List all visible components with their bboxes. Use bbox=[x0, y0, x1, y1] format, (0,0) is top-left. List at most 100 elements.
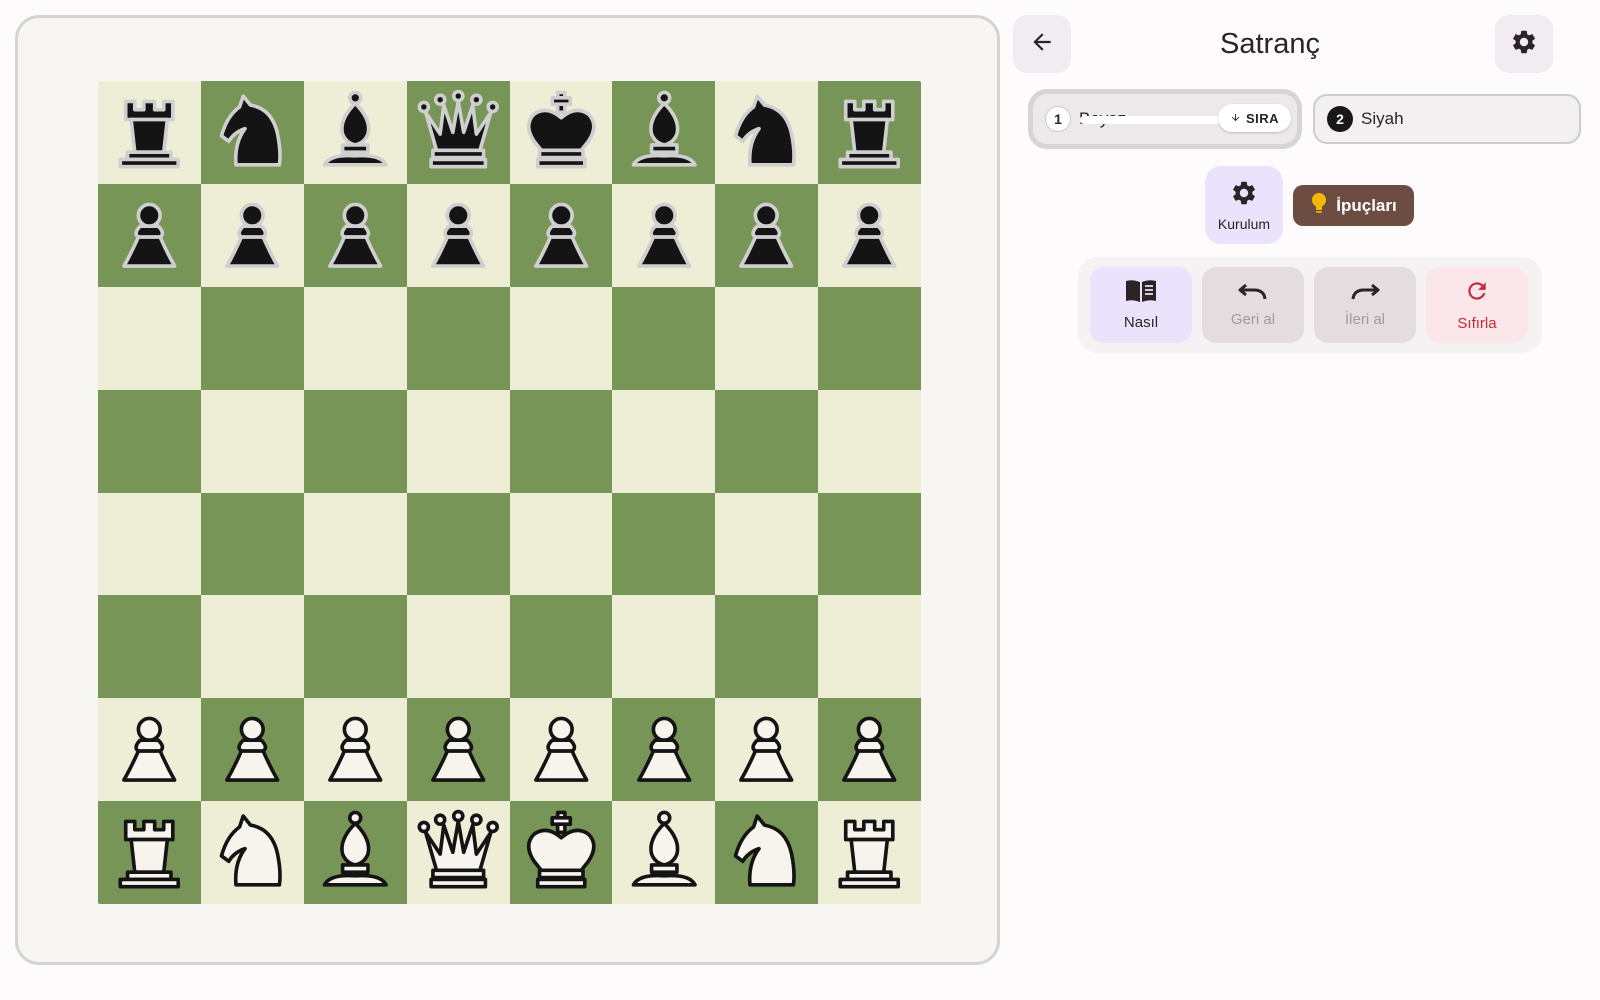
redo-button[interactable]: İleri al bbox=[1314, 267, 1416, 343]
black-pawn-icon[interactable] bbox=[824, 190, 915, 281]
black-bishop-icon[interactable] bbox=[310, 87, 401, 178]
board-square[interactable] bbox=[715, 389, 819, 493]
black-pawn-icon[interactable] bbox=[104, 190, 195, 281]
white-pawn-icon[interactable] bbox=[824, 704, 915, 795]
board-square[interactable] bbox=[509, 698, 613, 802]
board-square[interactable] bbox=[303, 595, 407, 699]
board-square[interactable] bbox=[406, 81, 510, 184]
board-square[interactable] bbox=[98, 389, 201, 493]
board-square[interactable] bbox=[612, 183, 716, 287]
board-square[interactable] bbox=[612, 492, 716, 596]
board-square[interactable] bbox=[200, 492, 304, 596]
board-square[interactable] bbox=[98, 286, 201, 390]
board-square[interactable] bbox=[818, 595, 921, 699]
chess-board[interactable] bbox=[98, 81, 921, 904]
board-square[interactable] bbox=[818, 389, 921, 493]
board-square[interactable] bbox=[612, 286, 716, 390]
board-square[interactable] bbox=[200, 801, 304, 904]
black-rook-icon[interactable] bbox=[104, 87, 195, 178]
board-square[interactable] bbox=[715, 81, 819, 184]
black-rook-icon[interactable] bbox=[824, 87, 915, 178]
black-bishop-icon[interactable] bbox=[619, 87, 710, 178]
how-to-play-button[interactable]: Nasıl bbox=[1090, 267, 1192, 343]
back-button[interactable] bbox=[1013, 15, 1071, 73]
white-king-icon[interactable] bbox=[516, 807, 607, 898]
board-square[interactable] bbox=[98, 595, 201, 699]
board-square[interactable] bbox=[509, 492, 613, 596]
board-square[interactable] bbox=[612, 801, 716, 904]
board-square[interactable] bbox=[715, 286, 819, 390]
white-knight-icon[interactable] bbox=[207, 807, 298, 898]
white-rook-icon[interactable] bbox=[104, 807, 195, 898]
board-square[interactable] bbox=[406, 492, 510, 596]
board-square[interactable] bbox=[612, 698, 716, 802]
board-square[interactable] bbox=[715, 183, 819, 287]
white-knight-icon[interactable] bbox=[721, 807, 812, 898]
board-square[interactable] bbox=[818, 183, 921, 287]
board-square[interactable] bbox=[406, 286, 510, 390]
black-knight-icon[interactable] bbox=[721, 87, 812, 178]
player-black-card[interactable]: 2 Siyah bbox=[1313, 94, 1581, 144]
board-square[interactable] bbox=[406, 183, 510, 287]
board-square[interactable] bbox=[98, 81, 201, 184]
board-square[interactable] bbox=[715, 492, 819, 596]
board-square[interactable] bbox=[303, 183, 407, 287]
board-square[interactable] bbox=[303, 81, 407, 184]
board-square[interactable] bbox=[406, 698, 510, 802]
board-square[interactable] bbox=[98, 801, 201, 904]
board-square[interactable] bbox=[406, 801, 510, 904]
settings-button[interactable] bbox=[1495, 15, 1553, 73]
black-knight-icon[interactable] bbox=[207, 87, 298, 178]
board-square[interactable] bbox=[200, 183, 304, 287]
reset-button[interactable]: Sıfırla bbox=[1426, 267, 1528, 343]
white-pawn-icon[interactable] bbox=[207, 704, 298, 795]
board-square[interactable] bbox=[612, 595, 716, 699]
board-square[interactable] bbox=[98, 492, 201, 596]
board-square[interactable] bbox=[98, 183, 201, 287]
board-square[interactable] bbox=[303, 801, 407, 904]
board-square[interactable] bbox=[200, 81, 304, 184]
black-pawn-icon[interactable] bbox=[619, 190, 710, 281]
board-square[interactable] bbox=[509, 286, 613, 390]
board-square[interactable] bbox=[303, 389, 407, 493]
board-square[interactable] bbox=[509, 183, 613, 287]
board-square[interactable] bbox=[818, 698, 921, 802]
board-square[interactable] bbox=[303, 698, 407, 802]
black-king-icon[interactable] bbox=[516, 87, 607, 178]
black-pawn-icon[interactable] bbox=[413, 190, 504, 281]
board-square[interactable] bbox=[818, 81, 921, 184]
black-pawn-icon[interactable] bbox=[721, 190, 812, 281]
setup-button[interactable]: Kurulum bbox=[1205, 166, 1283, 244]
board-square[interactable] bbox=[612, 389, 716, 493]
board-square[interactable] bbox=[200, 595, 304, 699]
white-pawn-icon[interactable] bbox=[619, 704, 710, 795]
board-square[interactable] bbox=[715, 801, 819, 904]
board-square[interactable] bbox=[509, 389, 613, 493]
black-pawn-icon[interactable] bbox=[310, 190, 401, 281]
board-square[interactable] bbox=[509, 801, 613, 904]
white-pawn-icon[interactable] bbox=[413, 704, 504, 795]
board-square[interactable] bbox=[715, 698, 819, 802]
board-square[interactable] bbox=[612, 81, 716, 184]
board-square[interactable] bbox=[98, 698, 201, 802]
white-rook-icon[interactable] bbox=[824, 807, 915, 898]
white-pawn-icon[interactable] bbox=[104, 704, 195, 795]
board-square[interactable] bbox=[303, 492, 407, 596]
black-pawn-icon[interactable] bbox=[207, 190, 298, 281]
board-square[interactable] bbox=[406, 595, 510, 699]
white-pawn-icon[interactable] bbox=[721, 704, 812, 795]
board-square[interactable] bbox=[200, 698, 304, 802]
board-square[interactable] bbox=[818, 286, 921, 390]
black-pawn-icon[interactable] bbox=[516, 190, 607, 281]
undo-button[interactable]: Geri al bbox=[1202, 267, 1304, 343]
board-square[interactable] bbox=[200, 389, 304, 493]
board-square[interactable] bbox=[818, 801, 921, 904]
white-bishop-icon[interactable] bbox=[619, 807, 710, 898]
board-square[interactable] bbox=[818, 492, 921, 596]
black-queen-icon[interactable] bbox=[413, 87, 504, 178]
board-square[interactable] bbox=[715, 595, 819, 699]
board-square[interactable] bbox=[406, 389, 510, 493]
board-square[interactable] bbox=[303, 286, 407, 390]
white-bishop-icon[interactable] bbox=[310, 807, 401, 898]
board-square[interactable] bbox=[509, 595, 613, 699]
